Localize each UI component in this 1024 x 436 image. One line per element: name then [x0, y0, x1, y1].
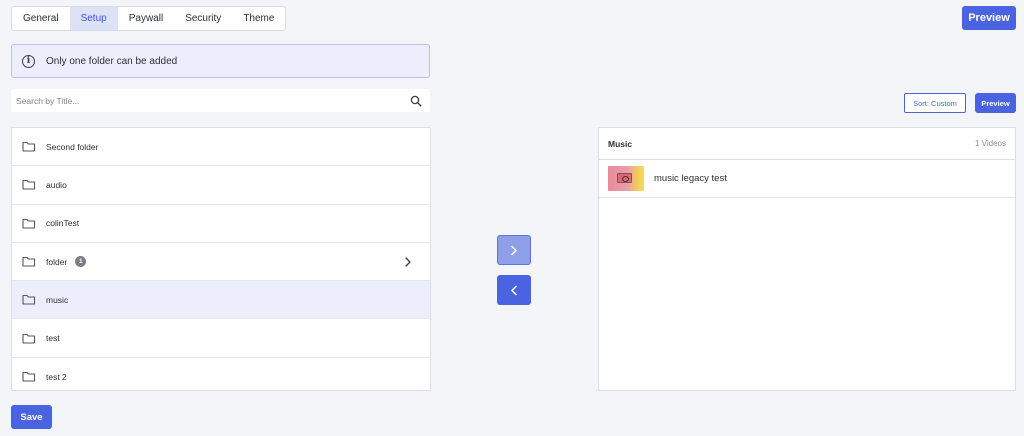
tab-setup[interactable]: Setup — [69, 7, 118, 30]
folder-item-audio[interactable]: audio — [12, 166, 430, 205]
folder-icon — [22, 372, 36, 382]
folder-item-folder[interactable]: folder 1 — [12, 243, 430, 282]
search-icon[interactable] — [410, 95, 422, 107]
folder-label: folder — [46, 256, 68, 267]
preview-button[interactable]: Preview — [962, 6, 1016, 30]
tab-paywall[interactable]: Paywall — [118, 7, 174, 30]
playlist-title: Music — [608, 138, 633, 149]
folder-item-test-2[interactable]: test 2 — [12, 358, 430, 396]
folder-label: colinTest — [46, 218, 80, 229]
video-count: 1 Videos — [975, 139, 1006, 148]
video-title: music legacy test — [654, 173, 727, 184]
video-item[interactable]: music legacy test — [599, 160, 1015, 198]
video-thumbnail — [608, 166, 644, 191]
add-to-playlist-button[interactable] — [497, 235, 531, 265]
playlist-header: Music 1 Videos — [599, 128, 1015, 160]
tab-general[interactable]: General — [12, 7, 70, 30]
settings-tabs: General Setup Paywall Security Theme — [11, 6, 287, 31]
folder-icon — [22, 218, 36, 229]
folder-item-colintest[interactable]: colinTest — [12, 205, 430, 243]
playlist-panel: Music 1 Videos music legacy test — [598, 127, 1016, 391]
chevron-left-icon — [511, 285, 517, 295]
remove-from-playlist-button[interactable] — [497, 275, 531, 305]
folder-icon — [22, 295, 36, 305]
search-bar — [11, 89, 430, 112]
search-input[interactable] — [11, 95, 410, 106]
folder-icon — [22, 180, 36, 190]
sort-button[interactable]: Sort: Custom — [904, 93, 966, 113]
folder-list: Second folder audio colinTest folder 1 m… — [11, 127, 431, 391]
subfolder-count-badge: 1 — [75, 256, 87, 268]
tab-security[interactable]: Security — [174, 7, 232, 30]
tab-theme[interactable]: Theme — [232, 7, 285, 30]
folder-label: test 2 — [46, 371, 67, 382]
folder-icon — [22, 333, 36, 344]
info-icon: i — [22, 54, 35, 68]
folder-label: music — [46, 294, 69, 305]
info-banner: i Only one folder can be added — [11, 44, 430, 78]
folder-icon — [22, 142, 36, 152]
folder-icon — [22, 256, 36, 267]
info-message: Only one folder can be added — [46, 55, 178, 67]
chevron-right-icon[interactable] — [404, 257, 412, 267]
save-button[interactable]: Save — [11, 405, 52, 429]
folder-item-music[interactable]: music — [12, 281, 430, 320]
folder-item-test[interactable]: test — [12, 319, 430, 358]
chevron-right-icon — [511, 245, 517, 255]
folder-label: Second folder — [46, 141, 99, 152]
folder-label: test — [46, 333, 60, 344]
folder-item-second-folder[interactable]: Second folder — [12, 128, 430, 167]
folder-label: audio — [46, 179, 67, 190]
playlist-preview-button[interactable]: Preview — [975, 93, 1016, 113]
